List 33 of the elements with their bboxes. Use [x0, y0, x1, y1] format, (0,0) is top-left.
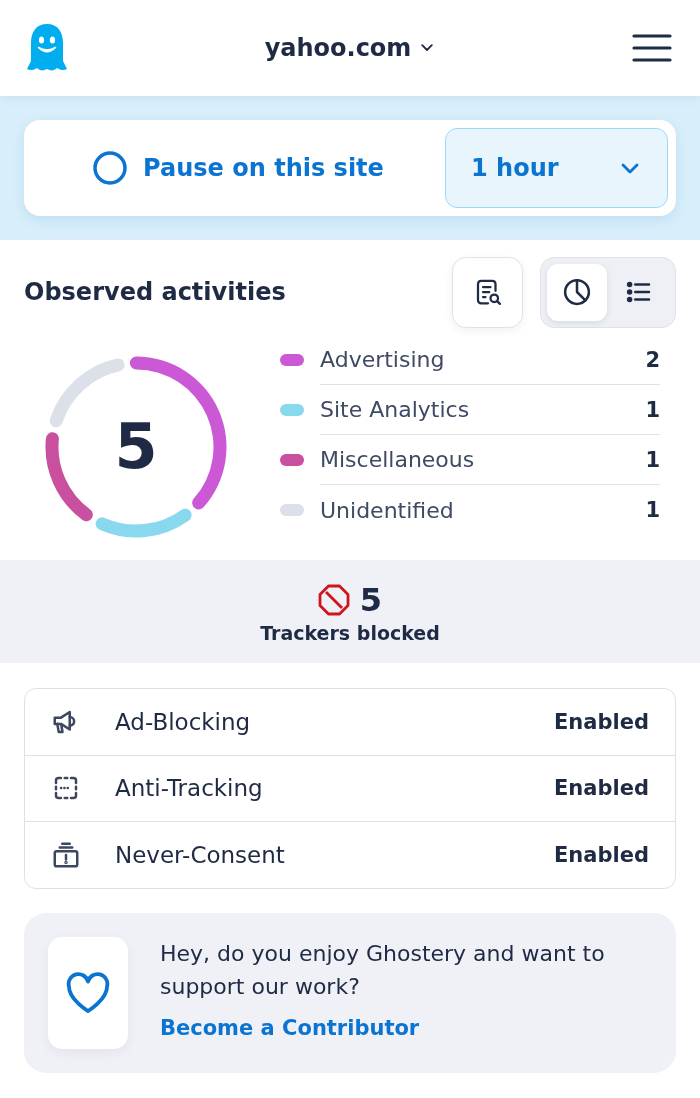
chevron-down-icon [621, 162, 639, 174]
caret-icon [421, 44, 434, 52]
legend-label: Site Analytics [320, 397, 470, 422]
section-title: Observed activities [24, 278, 286, 306]
chart-view-button[interactable] [547, 263, 607, 321]
total-count: 5 [114, 416, 158, 478]
report-button[interactable] [452, 256, 523, 328]
contribute-message: Hey, do you enjoy Ghostery and want to support our work? [160, 939, 606, 1001]
legend-count: 1 [645, 447, 660, 472]
pie-chart-icon [562, 277, 592, 307]
feature-status: Enabled [554, 842, 649, 867]
duration-dropdown[interactable]: 1 hour [445, 128, 668, 208]
feature-label: Never-Consent [115, 841, 285, 868]
feature-label: Ad-Blocking [115, 708, 251, 735]
site-selector[interactable]: yahoo.com [264, 34, 434, 62]
blocked-label: Trackers blocked [260, 621, 440, 644]
contributor-link[interactable]: Become a Contributor [160, 1012, 420, 1043]
ghost-icon [26, 23, 68, 73]
legend-label: Advertising [320, 347, 445, 372]
menu-icon[interactable] [632, 34, 672, 62]
feature-label: Anti-Tracking [115, 775, 263, 802]
legend-count: 1 [645, 397, 660, 422]
legend-count: 2 [645, 347, 660, 372]
feature-status: Enabled [554, 776, 649, 801]
feature-status: Enabled [554, 709, 649, 734]
legend-label: Unidentified [320, 497, 454, 523]
blocked-count: 5 [359, 579, 383, 620]
legend-label: Miscellaneous [320, 447, 475, 472]
heart-icon [65, 971, 111, 1014]
ring-icon [93, 151, 128, 185]
pause-button[interactable]: Pause on this site [32, 128, 445, 208]
blocked-icon [317, 583, 350, 616]
legend-count: 1 [645, 498, 660, 522]
